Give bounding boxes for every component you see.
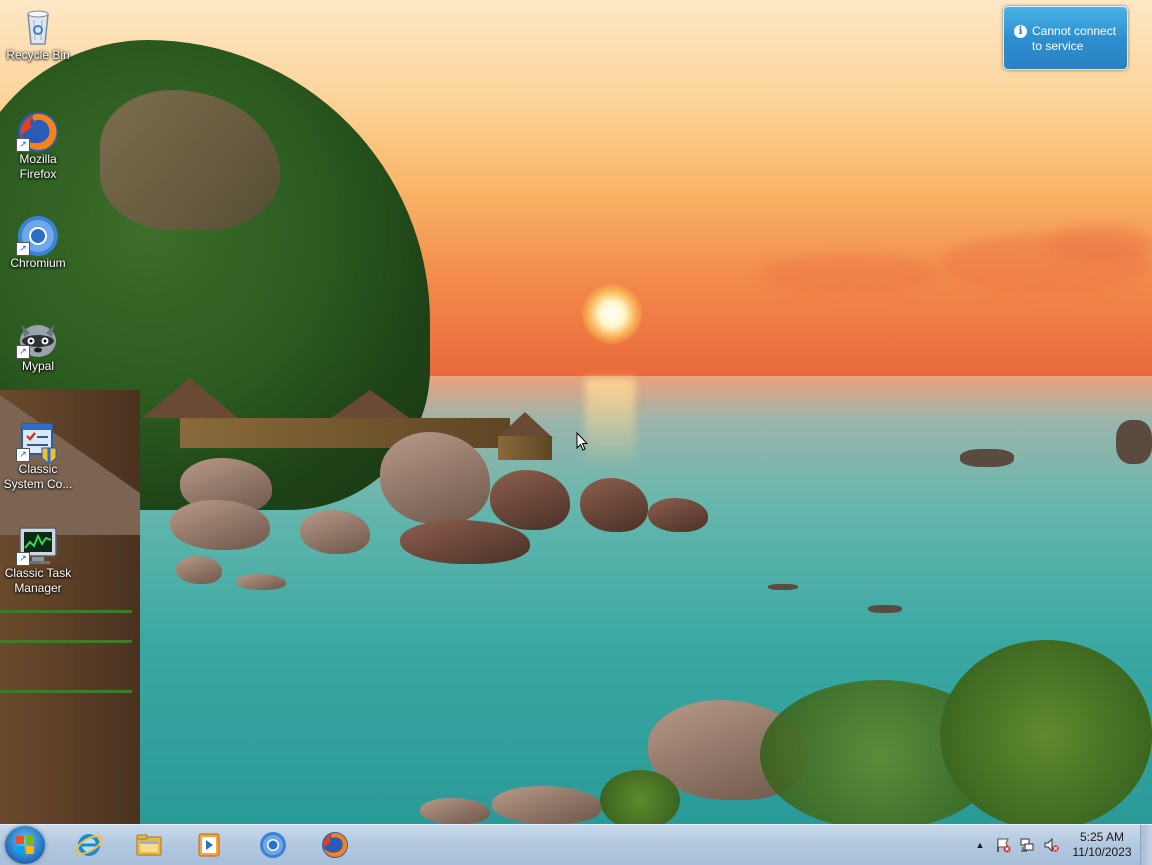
start-button[interactable]	[5, 826, 45, 864]
desktop-icon-label: Classic Task Manager	[4, 566, 72, 595]
desktop-icon-classic-task-manager[interactable]: ↗ Classic Task Manager	[1, 524, 75, 596]
taskbar: ▲ 5:25 AM 11/10/2023	[0, 824, 1152, 865]
desktop-icon-recycle-bin[interactable]: Recycle Bin	[1, 6, 75, 63]
action-center-flag-icon[interactable]	[995, 837, 1011, 853]
taskbar-button-chromium[interactable]	[246, 827, 302, 863]
firefox-icon: ↗	[16, 110, 58, 152]
taskbar-button-windows-explorer[interactable]	[122, 827, 178, 863]
notification-text: Cannot connect to service	[1032, 24, 1117, 53]
classic-system-control-icon: ↗	[16, 420, 58, 465]
firefox-icon	[322, 832, 348, 858]
desktop-icon-chromium[interactable]: ↗ Chromium	[1, 214, 75, 271]
windows-logo-icon	[16, 836, 34, 854]
media-player-icon	[198, 833, 220, 857]
recycle-bin-icon	[18, 6, 58, 46]
taskbar-clock[interactable]: 5:25 AM 11/10/2023	[1066, 830, 1138, 860]
task-manager-icon: ↗	[16, 524, 58, 566]
mypal-icon: ↗	[16, 317, 58, 359]
clock-time: 5:25 AM	[1079, 830, 1125, 844]
desktop-icon-label: Classic System Co...	[3, 462, 73, 491]
desktop-icon-mypal[interactable]: ↗ Mypal	[1, 317, 75, 374]
desktop-icon-firefox[interactable]: ↗ Mozilla Firefox	[1, 110, 75, 182]
taskbar-button-media-player[interactable]	[182, 827, 238, 863]
desktop-icon-label: Mypal	[21, 359, 54, 373]
notification-balloon[interactable]: i Cannot connect to service	[1003, 6, 1128, 70]
desktop-icon-classic-system-control[interactable]: ↗ Classic System Co...	[1, 420, 75, 492]
ie-icon	[75, 834, 103, 856]
network-icon[interactable]	[1019, 837, 1035, 853]
desktop-icon-label: Chromium	[10, 256, 66, 270]
mouse-cursor	[576, 432, 588, 451]
folder-icon	[136, 834, 162, 856]
taskbar-button-firefox[interactable]	[308, 827, 364, 863]
desktop-icon-label: Mozilla Firefox	[19, 152, 57, 181]
taskbar-button-internet-explorer[interactable]	[62, 827, 118, 863]
clock-date: 11/10/2023	[1072, 845, 1132, 859]
show-desktop-button[interactable]	[1140, 825, 1152, 865]
info-icon: i	[1014, 25, 1027, 38]
chromium-icon: ↗	[16, 214, 58, 256]
show-hidden-icons-chevron[interactable]: ▲	[972, 837, 988, 853]
desktop-wallpaper	[0, 0, 1152, 824]
volume-muted-icon[interactable]	[1043, 837, 1059, 853]
desktop-icon-label: Recycle Bin	[6, 48, 70, 62]
chromium-icon	[260, 832, 286, 858]
